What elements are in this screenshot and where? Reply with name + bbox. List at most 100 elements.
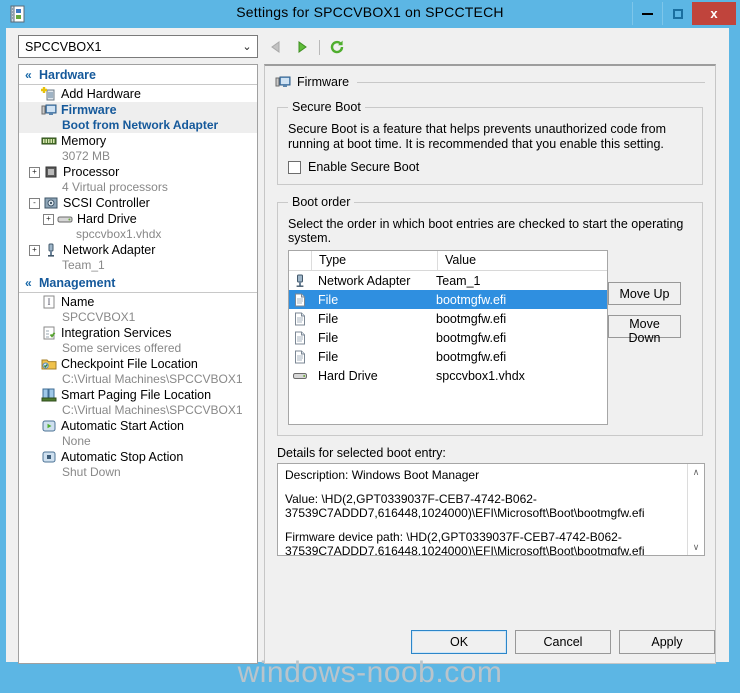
column-header-type[interactable]: Type: [312, 251, 438, 270]
boot-order-group: Boot order Select the order in which boo…: [277, 195, 703, 436]
cell-type: File: [318, 349, 339, 364]
window-controls: x: [632, 2, 736, 26]
sidebar-item-label: Add Hardware: [61, 87, 141, 101]
sidebar-item-sublabel: spccvbox1.vhdx: [76, 227, 162, 241]
boot-order-list[interactable]: Type Value Network Adapter Team_1 File b…: [288, 250, 608, 425]
processor-icon: [43, 164, 59, 180]
sidebar-item-label: Firmware: [61, 103, 117, 117]
expander: [29, 422, 38, 431]
sidebar-item-firmware[interactable]: Firmware Boot from Network Adapter: [19, 102, 257, 133]
boot-order-legend: Boot order: [292, 195, 351, 209]
sidebar-item-sublabel: None: [62, 434, 91, 448]
sidebar-item-automatic-start-action[interactable]: Automatic Start Action None: [19, 418, 257, 449]
expander[interactable]: -: [29, 197, 40, 209]
details-line-value: Value: \HD(2,GPT0339037F-CEB7-4742-B062-…: [285, 492, 645, 520]
settings-window: Settings for SPCCVBOX1 on SPCCTECH x SPC…: [0, 0, 740, 693]
column-header-icon: [289, 251, 312, 270]
table-row[interactable]: File bootmgfw.efi: [289, 309, 607, 328]
table-row[interactable]: File bootmgfw.efi: [289, 347, 607, 366]
scroll-down-icon[interactable]: ∨: [688, 539, 704, 555]
sidebar-item-sublabel: 4 Virtual processors: [62, 180, 168, 194]
tree-group-hardware[interactable]: « Hardware: [19, 65, 257, 85]
apply-button[interactable]: Apply: [619, 630, 715, 654]
move-down-button[interactable]: Move Down: [608, 315, 681, 345]
sidebar-item-processor[interactable]: + Processor 4 Virtual processors: [19, 164, 257, 195]
sidebar-item-checkpoint-file-location[interactable]: Checkpoint File Location C:\Virtual Mach…: [19, 356, 257, 387]
collapse-icon: «: [25, 275, 32, 290]
expander[interactable]: +: [29, 166, 40, 178]
header-rule: [357, 81, 705, 83]
hard-drive-icon: [289, 369, 311, 383]
details-scrollbar[interactable]: ∧ ∨: [687, 464, 704, 555]
sidebar-item-label: Checkpoint File Location: [61, 357, 198, 371]
memory-icon: [41, 133, 57, 149]
tree-group-label: Hardware: [39, 67, 96, 82]
maximize-button[interactable]: [662, 2, 692, 25]
svg-text:I: I: [48, 297, 51, 307]
sidebar-item-sublabel: Shut Down: [62, 465, 121, 479]
details-line-firmware-path: Firmware device path: \HD(2,GPT0339037F-…: [285, 530, 645, 556]
sidebar-item-sublabel: C:\Virtual Machines\SPCCVBOX1: [62, 372, 243, 386]
expander[interactable]: +: [43, 213, 54, 225]
sidebar-item-label: Name: [61, 295, 95, 309]
cell-value: bootmgfw.efi: [436, 330, 507, 345]
sidebar-item-network-adapter[interactable]: + Network Adapter Team_1: [19, 242, 257, 273]
firmware-icon: [275, 74, 291, 90]
sidebar-item-add-hardware[interactable]: Add Hardware: [19, 86, 257, 102]
name-icon: I: [41, 294, 57, 310]
forward-arrow-icon[interactable]: [290, 35, 314, 59]
sidebar-item-name[interactable]: I Name SPCCVBOX1: [19, 294, 257, 325]
sidebar-item-integration-services[interactable]: Integration Services Some services offer…: [19, 325, 257, 356]
scroll-up-icon[interactable]: ∧: [688, 464, 704, 480]
boot-order-move-buttons: Move Up Move Down: [608, 282, 681, 345]
expander: [29, 106, 38, 115]
expander[interactable]: +: [29, 244, 40, 256]
sidebar-item-scsi-controller[interactable]: - SCSI Controller: [19, 195, 257, 211]
refresh-icon[interactable]: [325, 35, 349, 59]
expander: [29, 90, 38, 99]
sidebar-item-label: SCSI Controller: [63, 196, 150, 210]
sidebar-item-label: Processor: [63, 165, 120, 179]
settings-tree[interactable]: « Hardware Add Hardware Firmware Boot fr…: [18, 64, 258, 664]
expander: [29, 453, 38, 462]
sidebar-item-label: Automatic Start Action: [61, 419, 184, 433]
tree-group-management[interactable]: « Management: [19, 273, 257, 293]
details-box[interactable]: Description: Windows Boot Manager Value:…: [277, 463, 705, 556]
cell-type: File: [318, 330, 339, 345]
secure-boot-group: Secure Boot Secure Boot is a feature tha…: [277, 100, 703, 185]
cell-value: bootmgfw.efi: [436, 292, 507, 307]
cancel-button[interactable]: Cancel: [515, 630, 611, 654]
collapse-icon: «: [25, 67, 32, 82]
sidebar-item-memory[interactable]: Memory 3072 MB: [19, 133, 257, 164]
ok-button[interactable]: OK: [411, 630, 507, 654]
sidebar-item-automatic-stop-action[interactable]: Automatic Stop Action Shut Down: [19, 449, 257, 480]
sidebar-item-label: Integration Services: [61, 326, 172, 340]
sidebar-item-hard-drive[interactable]: + Hard Drive spccvbox1.vhdx: [19, 211, 257, 242]
table-row[interactable]: File bootmgfw.efi: [289, 328, 607, 347]
table-row[interactable]: Network Adapter Team_1: [289, 271, 607, 290]
enable-secure-boot-checkbox[interactable]: [288, 160, 301, 174]
column-header-value[interactable]: Value: [438, 251, 607, 270]
toolbar-separator: [319, 39, 320, 55]
vm-select-value: SPCCVBOX1: [25, 39, 102, 54]
minimize-button[interactable]: [632, 2, 662, 25]
sidebar-item-sublabel: Some services offered: [62, 341, 182, 355]
integration-services-icon: [41, 325, 57, 341]
chevron-down-icon: ⌄: [242, 41, 252, 53]
scsi-controller-icon: [43, 195, 59, 211]
sidebar-item-label: Memory: [61, 134, 107, 148]
sidebar-item-label: Hard Drive: [77, 212, 137, 226]
cell-value: spccvbox1.vhdx: [436, 368, 525, 383]
move-up-button[interactable]: Move Up: [608, 282, 681, 305]
sidebar-item-smart-paging-file-location[interactable]: Smart Paging File Location C:\Virtual Ma…: [19, 387, 257, 418]
secure-boot-description: Secure Boot is a feature that helps prev…: [288, 122, 667, 151]
minimize-icon: [642, 12, 653, 15]
back-arrow-icon[interactable]: [264, 35, 288, 59]
hard-drive-icon: [57, 211, 73, 227]
close-button[interactable]: x: [692, 2, 736, 25]
vm-select[interactable]: SPCCVBOX1 ⌄: [18, 35, 258, 58]
page-title: Firmware: [297, 75, 350, 89]
table-row[interactable]: File bootmgfw.efi: [289, 290, 607, 309]
enable-secure-boot-row[interactable]: Enable Secure Boot: [288, 160, 692, 174]
table-row[interactable]: Hard Drive spccvbox1.vhdx: [289, 366, 607, 385]
